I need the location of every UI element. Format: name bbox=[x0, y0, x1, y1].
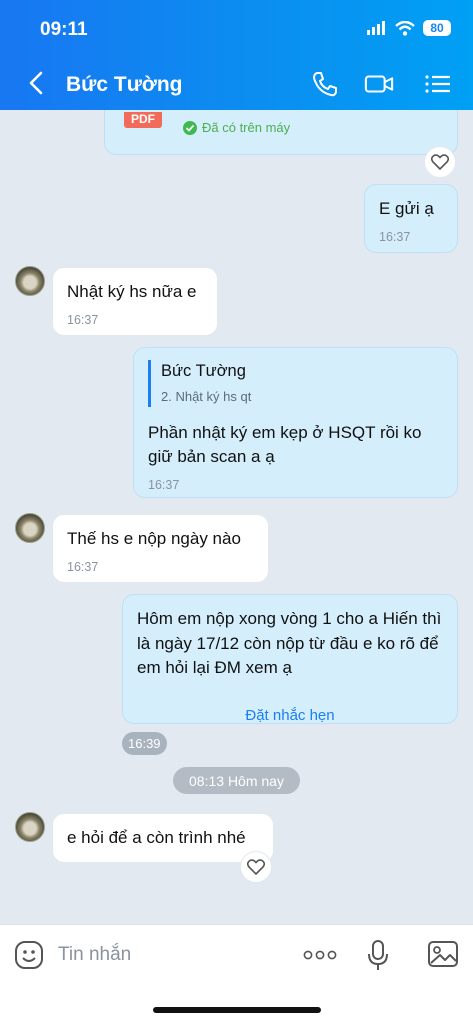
microphone-icon[interactable] bbox=[366, 939, 390, 973]
sticker-icon[interactable] bbox=[14, 940, 44, 970]
message-time: 16:37 bbox=[67, 559, 99, 574]
back-icon[interactable] bbox=[26, 70, 48, 96]
message-time: 16:39 bbox=[122, 732, 167, 755]
contact-name[interactable]: Bức Tường bbox=[66, 73, 183, 97]
message-text: E gửi ạ bbox=[379, 199, 434, 218]
date-separator: 08:13 Hôm nay bbox=[173, 767, 300, 794]
file-status: Đã có trên máy bbox=[202, 120, 291, 135]
image-gallery-icon[interactable] bbox=[427, 940, 459, 968]
react-heart-button[interactable] bbox=[240, 851, 272, 883]
signal-icon bbox=[367, 21, 385, 35]
wifi-icon bbox=[395, 20, 415, 36]
quoted-message[interactable]: Bức Tường 2. Nhật ký hs qt bbox=[148, 360, 443, 407]
check-circle-icon bbox=[183, 121, 197, 136]
video-call-icon[interactable] bbox=[364, 70, 394, 98]
message-bubble[interactable]: Hôm em nộp xong vòng 1 cho a Hiến thì là… bbox=[122, 594, 458, 724]
message-bubble[interactable]: E gửi ạ 16:37 bbox=[364, 184, 458, 253]
message-bubble[interactable]: Nhật ký hs nữa e 16:37 bbox=[52, 267, 218, 336]
set-reminder-link[interactable]: Đặt nhắc hẹn bbox=[137, 705, 443, 727]
message-text: Hôm em nộp xong vòng 1 cho a Hiến thì là… bbox=[137, 609, 442, 678]
avatar[interactable] bbox=[15, 812, 45, 842]
status-icons: 80 bbox=[367, 20, 451, 36]
message-text: Nhật ký hs nữa e bbox=[67, 282, 197, 301]
battery-indicator: 80 bbox=[423, 20, 451, 36]
message-text: Thế hs e nộp ngày nào bbox=[67, 529, 241, 548]
message-bubble[interactable]: e hỏi để a còn trình nhé bbox=[52, 813, 274, 863]
pdf-file-icon: PDF bbox=[124, 112, 162, 128]
home-indicator bbox=[153, 1007, 321, 1013]
avatar[interactable] bbox=[15, 266, 45, 296]
message-text: Phần nhật ký em kẹp ở HSQT rồi ko giữ bả… bbox=[148, 422, 422, 467]
avatar[interactable] bbox=[15, 513, 45, 543]
status-time: 09:11 bbox=[40, 19, 88, 40]
react-heart-button[interactable] bbox=[424, 146, 456, 178]
message-input[interactable]: Tin nhắn bbox=[58, 944, 131, 966]
phone-icon[interactable] bbox=[310, 70, 340, 98]
quoted-text: 2. Nhật ký hs qt bbox=[161, 388, 252, 404]
menu-list-icon[interactable] bbox=[423, 70, 453, 98]
more-options-icon[interactable] bbox=[303, 950, 337, 960]
message-time: 16:37 bbox=[148, 478, 180, 493]
message-text: e hỏi để a còn trình nhé bbox=[67, 828, 246, 847]
quoted-sender: Bức Tường bbox=[161, 362, 246, 380]
message-bubble[interactable]: Thế hs e nộp ngày nào 16:37 bbox=[52, 514, 269, 583]
message-time: 16:37 bbox=[67, 312, 99, 327]
heart-icon bbox=[431, 154, 449, 170]
heart-icon bbox=[247, 859, 265, 875]
reply-message-bubble[interactable]: Bức Tường 2. Nhật ký hs qt Phần nhật ký … bbox=[133, 347, 458, 498]
message-time: 16:37 bbox=[379, 229, 411, 244]
chat-header: 09:11 80 Bức Tường bbox=[0, 0, 473, 110]
